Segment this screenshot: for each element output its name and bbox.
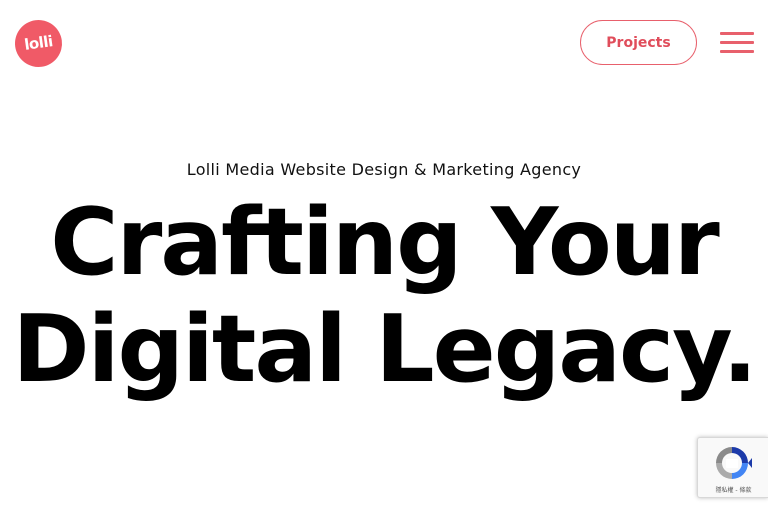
menu-bar: [720, 50, 754, 53]
menu-bar: [720, 41, 754, 44]
recaptcha-terms-link[interactable]: 條款: [739, 487, 751, 494]
recaptcha-icon: [716, 447, 752, 479]
logo-text: lolli: [23, 32, 54, 54]
recaptcha-badge[interactable]: 隱私權 - 條款: [697, 437, 768, 498]
recaptcha-privacy-link[interactable]: 隱私權: [715, 487, 733, 494]
hero-headline-line-2: Digital Legacy.: [12, 295, 757, 403]
menu-bar: [720, 32, 754, 35]
hero-tagline: Lolli Media Website Design & Marketing A…: [186, 160, 582, 179]
recaptcha-links: 隱私權 - 條款: [698, 485, 768, 494]
projects-button[interactable]: Projects: [580, 20, 697, 65]
hero-headline-line-1: Crafting Your: [50, 188, 720, 296]
hamburger-menu-icon[interactable]: [720, 32, 754, 54]
logo[interactable]: lolli: [11, 16, 66, 71]
